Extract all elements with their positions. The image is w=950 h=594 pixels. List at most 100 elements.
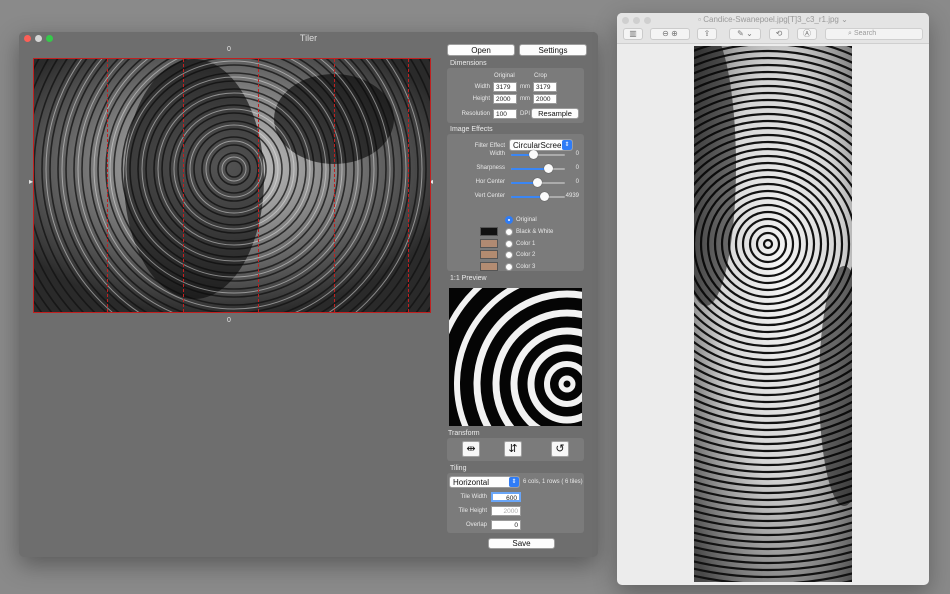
filtered-image <box>34 59 430 312</box>
preview-toolbar: ▫ Candice-Swanepoel.jpg[T]3_c3_r1.jpg ⌄ … <box>617 13 929 44</box>
flip-vertical-icon[interactable]: ⇵ <box>504 441 522 457</box>
share-icon[interactable]: ⇪ <box>697 28 717 40</box>
close-window-icon[interactable] <box>24 35 31 42</box>
radio-option[interactable] <box>505 228 513 236</box>
height-unit: mm <box>520 96 530 102</box>
image-effects-panel: Filter Effect CircularScreen ⇕ Width 0 Sha… <box>447 134 584 271</box>
chevron-updown-icon: ⇕ <box>562 140 572 150</box>
height-label: Height <box>472 96 490 102</box>
dimensions-panel: Original Crop Width Height Resolution 31… <box>447 68 584 123</box>
crop-height-field[interactable]: 2000 <box>533 94 557 104</box>
effect-slider[interactable] <box>511 150 565 159</box>
flip-horizontal-icon[interactable]: ⇹ <box>462 441 480 457</box>
tile-divider <box>258 59 259 312</box>
tiling-summary: 6 cols, 1 rows ( 6 tiles) <box>523 479 583 485</box>
rotate-icon[interactable]: ⟲ <box>769 28 789 40</box>
slider-fill <box>511 196 545 198</box>
tile-divider <box>107 59 108 312</box>
zoom-out-icon[interactable]: ⊖ <box>662 29 669 38</box>
search-input[interactable]: ⌕ Search <box>825 28 923 40</box>
transform-title: Transform <box>448 430 480 437</box>
tile-divider <box>334 59 335 312</box>
radio-option[interactable] <box>505 251 513 259</box>
filter-effect-dropdown[interactable]: CircularScreen ⇕ <box>509 139 573 151</box>
image-canvas[interactable] <box>33 58 431 313</box>
search-placeholder: Search <box>854 30 877 37</box>
slider-label: Sharpness <box>476 165 505 171</box>
original-width-field[interactable]: 3179 <box>493 82 517 92</box>
markup-pen-icon[interactable]: ✎ ⌄ <box>729 28 761 40</box>
color-swatch[interactable] <box>480 262 498 271</box>
chevron-down-icon[interactable]: ⌄ <box>839 15 848 24</box>
radio-option[interactable] <box>505 240 513 248</box>
overlap-label: Overlap <box>465 522 487 528</box>
tile-width-label: Tile Width <box>460 494 487 500</box>
tile-divider <box>183 59 184 312</box>
overlap-field[interactable]: 0 <box>491 520 521 530</box>
preview-window: ▫ Candice-Swanepoel.jpg[T]3_c3_r1.jpg ⌄ … <box>617 13 929 585</box>
crop-width-field[interactable]: 3179 <box>533 82 557 92</box>
resolution-label: Resolution <box>461 111 490 117</box>
ruler-top-label: 0 <box>227 46 231 53</box>
save-button[interactable]: Save <box>488 538 555 549</box>
effect-slider[interactable] <box>511 178 565 187</box>
effect-slider[interactable] <box>511 192 565 201</box>
original-height-field[interactable]: 2000 <box>493 94 517 104</box>
preview-rings-image <box>449 288 582 426</box>
color-swatch[interactable] <box>480 227 498 236</box>
radio-option-label: Color 2 <box>516 252 536 258</box>
tiling-panel: Horizontal ⇕ 6 cols, 1 rows ( 6 tiles) T… <box>447 473 584 533</box>
tile-height-label: Tile Height <box>458 508 487 514</box>
slider-label: Hor Center <box>475 179 505 185</box>
tile-image <box>694 46 852 582</box>
width-unit: mm <box>520 84 530 90</box>
tiler-titlebar: Tiler <box>19 32 598 44</box>
settings-button[interactable]: Settings <box>519 44 587 56</box>
slider-knob[interactable] <box>543 164 553 173</box>
rotate-icon[interactable]: ↺ <box>551 441 569 457</box>
radio-option[interactable] <box>505 263 513 271</box>
open-button[interactable]: Open <box>447 44 515 56</box>
preview-title: 1:1 Preview <box>450 275 487 282</box>
slider-knob[interactable] <box>528 150 538 159</box>
color-swatch[interactable] <box>480 250 498 259</box>
tile-height-field[interactable]: 2000 <box>491 506 521 516</box>
filter-effect-value: CircularScreen <box>513 141 566 150</box>
radio-option-label: Original <box>516 217 537 223</box>
tiling-mode-value: Horizontal <box>453 478 490 487</box>
one-to-one-preview <box>449 288 582 426</box>
tile-divider <box>408 59 409 312</box>
slider-knob[interactable] <box>540 192 550 201</box>
tiling-mode-dropdown[interactable]: Horizontal ⇕ <box>449 476 520 488</box>
zoom-controls[interactable]: ⊖ ⊕ <box>650 28 690 40</box>
document-title: Candice-Swanepoel.jpg[T]3_c3_r1.jpg <box>703 15 839 24</box>
resolution-field[interactable]: 100 <box>493 109 517 119</box>
slider-value: 0 <box>575 165 579 171</box>
sidebar-toggle-icon[interactable]: ▥ <box>623 28 643 40</box>
resolution-unit: DPI <box>520 111 531 117</box>
zoom-in-icon[interactable]: ⊕ <box>671 29 678 38</box>
slider-fill <box>511 168 548 170</box>
tiler-window: Tiler 0 0 ▸ ◂ Open Settings Dimensions O… <box>19 32 598 557</box>
slider-knob[interactable] <box>532 178 542 187</box>
ruler-bottom-label: 0 <box>227 317 231 324</box>
zoom-window-icon[interactable] <box>46 35 53 42</box>
original-column-label: Original <box>494 73 515 79</box>
color-swatch[interactable] <box>480 239 498 248</box>
image-effects-title: Image Effects <box>450 126 493 133</box>
tiling-title: Tiling <box>450 465 467 472</box>
annotate-icon[interactable]: Ⓐ <box>797 28 817 40</box>
width-label: Width <box>474 84 490 90</box>
radio-option[interactable] <box>505 216 513 224</box>
slider-value: 0 <box>575 179 579 185</box>
window-title: Tiler <box>299 33 318 43</box>
slider-value: 0 <box>575 151 579 157</box>
tile-width-field[interactable]: 600 <box>491 492 521 502</box>
slider-label: Width <box>489 151 505 157</box>
filter-effect-label: Filter Effect <box>474 143 505 149</box>
effect-slider[interactable] <box>511 164 565 173</box>
slider-label: Vert Center <box>474 193 505 199</box>
crop-column-label: Crop <box>534 73 548 79</box>
minimize-window-icon[interactable] <box>35 35 42 42</box>
resample-button[interactable]: Resample <box>531 108 579 119</box>
